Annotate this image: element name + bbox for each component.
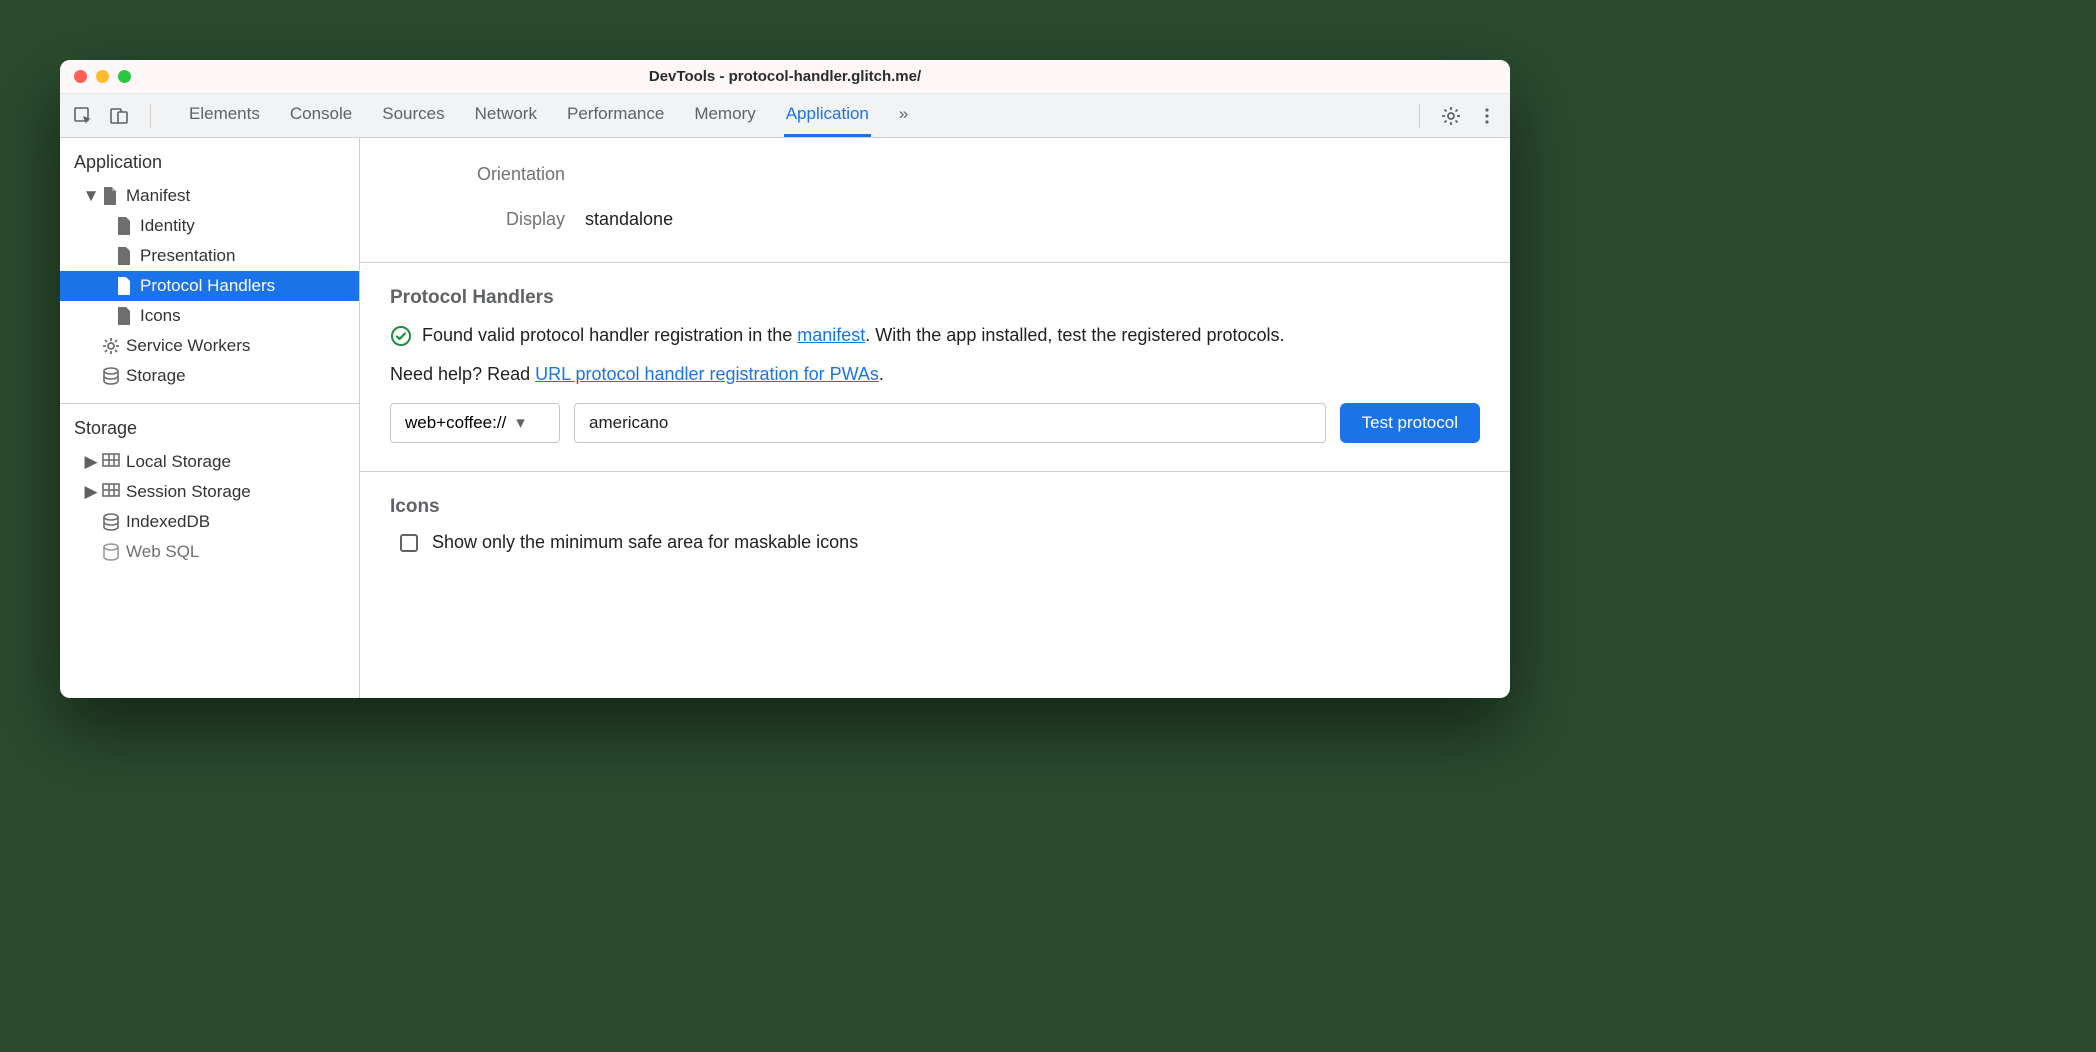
sidebar-item-label: Identity	[140, 216, 195, 236]
titlebar: DevTools - protocol-handler.glitch.me/	[60, 60, 1510, 94]
gear-icon	[102, 337, 120, 355]
sidebar-item-label: Service Workers	[126, 336, 250, 356]
sidebar-item-indexeddb[interactable]: IndexedDB	[60, 507, 359, 537]
sidebar-item-session-storage[interactable]: ▶ Session Storage	[60, 477, 359, 507]
display-value: standalone	[585, 209, 673, 230]
settings-gear-icon[interactable]	[1438, 103, 1464, 129]
document-icon	[116, 217, 134, 235]
traffic-lights	[74, 70, 131, 83]
toolbar-divider	[1419, 104, 1420, 128]
sidebar-item-label: Session Storage	[126, 482, 251, 502]
check-circle-icon	[390, 325, 412, 347]
tab-performance[interactable]: Performance	[565, 94, 666, 137]
window-close-button[interactable]	[74, 70, 87, 83]
tabs-overflow[interactable]: »	[897, 94, 910, 137]
status-text: Found valid protocol handler registratio…	[422, 323, 1285, 348]
main-content: Orientation Display standalone Protocol …	[360, 138, 1510, 698]
panel-body: Application ▼ Manifest Identity Presenta…	[60, 138, 1510, 698]
orientation-label: Orientation	[390, 164, 565, 185]
device-toolbar-icon[interactable]	[106, 103, 132, 129]
caret-down-icon: ▾	[516, 413, 525, 433]
combo-value: web+coffee://	[405, 413, 506, 433]
application-sidebar: Application ▼ Manifest Identity Presenta…	[60, 138, 360, 698]
tab-network[interactable]: Network	[473, 94, 539, 137]
disclosure-right-icon: ▶	[86, 482, 96, 502]
tab-memory[interactable]: Memory	[692, 94, 757, 137]
sidebar-item-label: Protocol Handlers	[140, 276, 275, 296]
sidebar-heading-storage: Storage	[60, 414, 359, 447]
panel-tabs: Elements Console Sources Network Perform…	[187, 94, 1401, 137]
database-icon	[102, 543, 120, 561]
help-link[interactable]: URL protocol handler registration for PW…	[535, 364, 879, 384]
protocol-handlers-section: Protocol Handlers Found valid protocol h…	[360, 262, 1510, 471]
inspect-element-icon[interactable]	[70, 103, 96, 129]
status-line: Found valid protocol handler registratio…	[390, 323, 1480, 348]
section-heading: Protocol Handlers	[390, 287, 1480, 309]
sidebar-item-protocol-handlers[interactable]: Protocol Handlers	[60, 271, 359, 301]
table-icon	[102, 453, 120, 471]
database-icon	[102, 513, 120, 531]
more-menu-icon[interactable]	[1474, 103, 1500, 129]
sidebar-item-websql[interactable]: Web SQL	[60, 537, 359, 567]
display-label: Display	[390, 209, 565, 230]
database-icon	[102, 367, 120, 385]
sidebar-item-icons[interactable]: Icons	[60, 301, 359, 331]
sidebar-item-label: Storage	[126, 366, 186, 386]
sidebar-item-label: Web SQL	[126, 542, 199, 562]
sidebar-item-identity[interactable]: Identity	[60, 211, 359, 241]
sidebar-item-label: Presentation	[140, 246, 235, 266]
devtools-window: DevTools - protocol-handler.glitch.me/ E…	[60, 60, 1510, 698]
tab-elements[interactable]: Elements	[187, 94, 262, 137]
disclosure-down-icon: ▼	[86, 186, 96, 206]
checkbox-label: Show only the minimum safe area for mask…	[432, 532, 858, 553]
sidebar-item-local-storage[interactable]: ▶ Local Storage	[60, 447, 359, 477]
protocol-test-row: web+coffee:// ▾ Test protocol	[390, 403, 1480, 443]
window-zoom-button[interactable]	[118, 70, 131, 83]
toolbar-divider	[150, 104, 151, 128]
window-minimize-button[interactable]	[96, 70, 109, 83]
document-icon	[102, 187, 120, 205]
checkbox-icon[interactable]	[400, 534, 418, 552]
manifest-link[interactable]: manifest	[797, 325, 865, 345]
sidebar-item-presentation[interactable]: Presentation	[60, 241, 359, 271]
sidebar-heading-application: Application	[60, 148, 359, 181]
sidebar-item-label: Local Storage	[126, 452, 231, 472]
sidebar-item-service-workers[interactable]: Service Workers	[60, 331, 359, 361]
manifest-presentation-block: Orientation Display standalone	[360, 138, 1510, 262]
protocol-path-input[interactable]	[574, 403, 1326, 443]
sidebar-item-label: Manifest	[126, 186, 190, 206]
protocol-scheme-select[interactable]: web+coffee:// ▾	[390, 403, 560, 443]
test-protocol-button[interactable]: Test protocol	[1340, 403, 1480, 443]
window-title: DevTools - protocol-handler.glitch.me/	[60, 68, 1510, 85]
sidebar-item-label: IndexedDB	[126, 512, 210, 532]
section-heading: Icons	[390, 496, 1480, 518]
sidebar-item-storage[interactable]: Storage	[60, 361, 359, 391]
document-icon	[116, 247, 134, 265]
help-text: Need help? Read URL protocol handler reg…	[390, 364, 1480, 385]
devtools-toolbar: Elements Console Sources Network Perform…	[60, 94, 1510, 138]
maskable-checkbox-row[interactable]: Show only the minimum safe area for mask…	[390, 532, 1480, 553]
sidebar-item-label: Icons	[140, 306, 181, 326]
sidebar-item-manifest[interactable]: ▼ Manifest	[60, 181, 359, 211]
tab-console[interactable]: Console	[288, 94, 354, 137]
tab-sources[interactable]: Sources	[380, 94, 446, 137]
table-icon	[102, 483, 120, 501]
icons-section: Icons Show only the minimum safe area fo…	[360, 471, 1510, 581]
disclosure-right-icon: ▶	[86, 452, 96, 472]
document-icon	[116, 277, 134, 295]
document-icon	[116, 307, 134, 325]
tab-application[interactable]: Application	[784, 94, 871, 137]
